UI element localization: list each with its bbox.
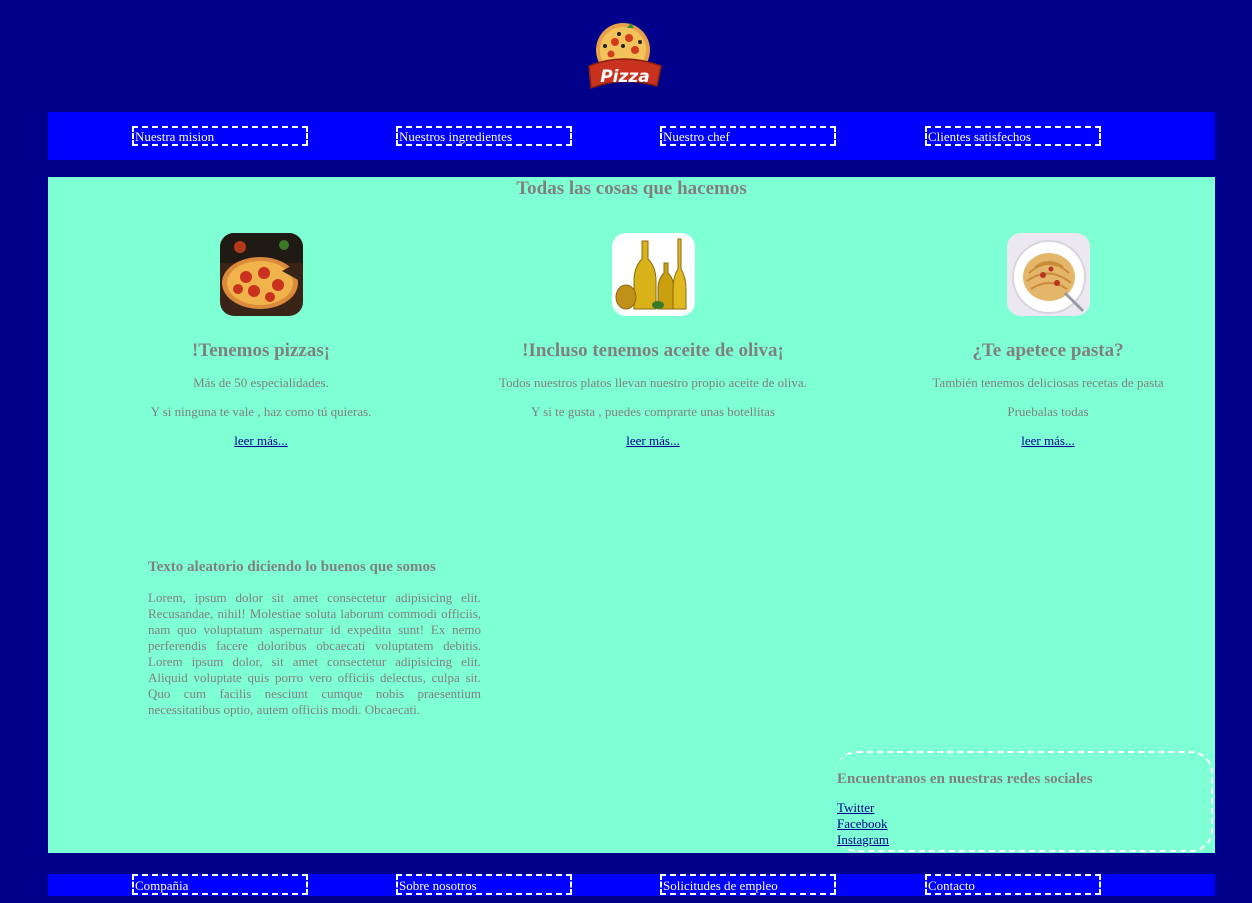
about-section: Texto aleatorio diciendo lo buenos que s… — [148, 557, 481, 718]
social-links: Twitter Facebook Instagram — [837, 800, 1093, 848]
pizza-image — [219, 233, 303, 316]
footer-item-compania[interactable]: Compañia — [132, 874, 308, 895]
footer-nav: Compañia Sobre nosotros Solicitudes de e… — [48, 874, 1215, 896]
list-item: Facebook — [837, 816, 1093, 832]
footer-item-solicitudes-de-empleo[interactable]: Solicitudes de empleo — [660, 874, 836, 895]
read-more-link[interactable]: leer más... — [1021, 432, 1074, 450]
pasta-image — [1006, 233, 1090, 316]
feature-pizza: !Tenemos pizzas¡ Más de 50 especialidade… — [138, 233, 384, 450]
pizza-logo-icon: Pizza — [588, 23, 662, 90]
feature-text-2: Y si ninguna te vale , haz como tú quier… — [150, 404, 372, 419]
twitter-link[interactable]: Twitter — [837, 800, 874, 815]
social-box: Encuentranos en nuestras redes sociales … — [835, 751, 1213, 852]
feature-text-1: Más de 50 especialidades. — [193, 375, 329, 390]
feature-heading: !Tenemos pizzas¡ — [191, 340, 331, 361]
feature-pasta: ¿Te apetece pasta? También tenemos delic… — [918, 233, 1178, 450]
read-more-link[interactable]: leer más... — [234, 432, 287, 450]
read-more-link[interactable]: leer más... — [626, 432, 679, 450]
about-body: Lorem, ipsum dolor sit amet consectetur … — [148, 590, 481, 717]
page-title: Todas las cosas que hacemos — [516, 178, 747, 199]
feature-olive-oil: !Incluso tenemos aceite de oliva¡ Todos … — [478, 233, 828, 450]
list-item: Instagram — [837, 832, 1093, 848]
pizza-logo[interactable]: Pizza — [583, 22, 667, 94]
facebook-link[interactable]: Facebook — [837, 816, 888, 831]
feature-text-2: Y si te gusta , puedes comprarte unas bo… — [531, 404, 775, 419]
feature-text-1: También tenemos deliciosas recetas de pa… — [932, 375, 1164, 390]
main-content: Todas las cosas que hacemos !Tenemos piz… — [48, 177, 1215, 853]
nav-item-nuestro-chef[interactable]: Nuestro chef — [660, 126, 836, 146]
footer-item-sobre-nosotros[interactable]: Sobre nosotros — [396, 874, 572, 895]
feature-text-2: Pruebalas todas — [1007, 404, 1089, 419]
list-item: Twitter — [837, 800, 1093, 816]
olive-oil-image — [611, 233, 695, 316]
footer-item-contacto[interactable]: Contacto — [925, 874, 1101, 895]
top-nav: Nuestra mision Nuestros ingredientes Nue… — [48, 112, 1215, 160]
feature-heading: !Incluso tenemos aceite de oliva¡ — [522, 340, 784, 361]
about-heading: Texto aleatorio diciendo lo buenos que s… — [148, 559, 436, 575]
nav-item-nuestros-ingredientes[interactable]: Nuestros ingredientes — [396, 126, 572, 146]
social-heading: Encuentranos en nuestras redes sociales — [837, 771, 1093, 787]
instagram-link[interactable]: Instagram — [837, 832, 889, 847]
logo-text: Pizza — [600, 67, 650, 87]
nav-item-clientes-satisfechos[interactable]: Clientes satisfechos — [925, 126, 1101, 146]
feature-text-1: Todos nuestros platos llevan nuestro pro… — [499, 375, 807, 390]
nav-item-nuestra-mision[interactable]: Nuestra mision — [132, 126, 308, 146]
feature-heading: ¿Te apetece pasta? — [972, 340, 1124, 361]
